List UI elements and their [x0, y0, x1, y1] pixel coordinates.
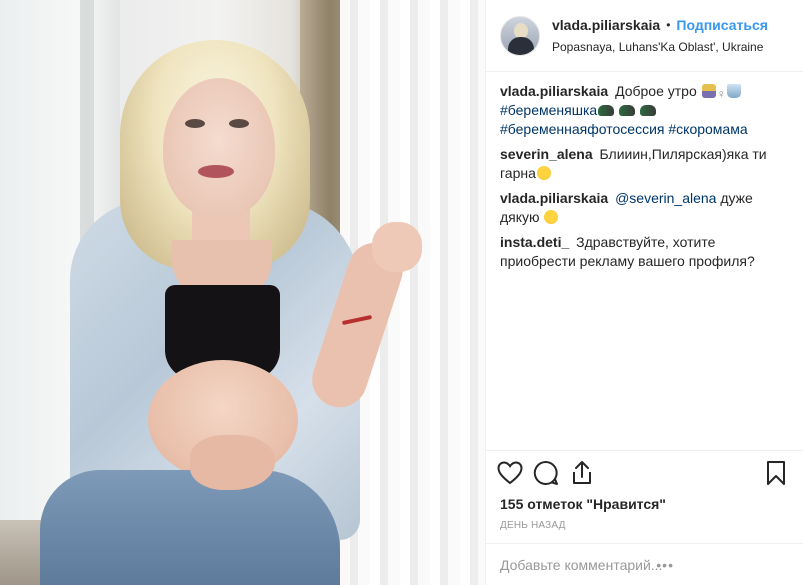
raised-hand	[372, 222, 422, 272]
hashtag-link[interactable]: #скоромама	[668, 121, 747, 137]
location-link[interactable]: Popasnaya, Luhans'Ka Oblast', Ukraine	[552, 38, 768, 56]
kiss-emoji-icon	[544, 210, 559, 224]
heart-icon[interactable]	[496, 459, 524, 487]
post-header: vlada.piliarskaia • Подписаться Popasnay…	[486, 0, 803, 72]
action-bar	[486, 455, 803, 495]
post-sidebar: vlada.piliarskaia • Подписаться Popasnay…	[485, 0, 803, 585]
cup-emoji-icon	[726, 84, 741, 98]
instagram-post: vlada.piliarskaia • Подписаться Popasnay…	[0, 0, 803, 585]
car-emoji-icon	[619, 105, 636, 116]
follow-button[interactable]: Подписаться	[676, 16, 768, 34]
comment-caption: vlada.piliarskaia Доброе утро ♀ #беремен…	[500, 82, 792, 139]
comment-icon[interactable]	[532, 459, 560, 487]
hand-on-belly	[190, 435, 275, 490]
mention-link[interactable]: @severin_alena	[615, 190, 716, 206]
comment-text: Доброе утро	[615, 83, 697, 99]
likes-count[interactable]: 155 отметок "Нравится"	[500, 496, 666, 512]
bookmark-icon[interactable]	[762, 459, 790, 487]
car-emoji-icon	[598, 105, 615, 116]
jeans	[40, 470, 340, 585]
comment-item: insta.deti_ Здравствуйте, хотите приобре…	[500, 233, 792, 271]
comment-item: vlada.piliarskaia @severin_alena дуже дя…	[500, 189, 792, 227]
comment-item: severin_alena Блииин,Пилярская)яка ти га…	[500, 145, 792, 183]
header-line: vlada.piliarskaia • Подписаться	[552, 16, 768, 34]
heart-eyes-emoji-icon	[536, 166, 551, 180]
car-emoji-icon	[639, 105, 656, 116]
comments-list: vlada.piliarskaia Доброе утро ♀ #беремен…	[500, 82, 792, 277]
header-username[interactable]: vlada.piliarskaia	[552, 16, 660, 34]
lips	[198, 165, 234, 178]
woman-emoji-icon	[701, 84, 716, 98]
avatar[interactable]	[500, 15, 540, 56]
left-eye	[185, 119, 205, 128]
more-options-icon[interactable]: •••	[656, 557, 674, 573]
right-eye	[229, 119, 249, 128]
face	[163, 78, 275, 218]
hashtag-link[interactable]: #беременяшка	[500, 102, 597, 118]
share-icon[interactable]	[568, 459, 596, 487]
comment-author[interactable]: vlada.piliarskaia	[500, 83, 608, 99]
header-text: vlada.piliarskaia • Подписаться Popasnay…	[552, 16, 768, 56]
divider	[486, 450, 803, 451]
post-time[interactable]: ДЕНЬ НАЗАД	[500, 520, 566, 531]
comment-author[interactable]: severin_alena	[500, 146, 593, 162]
female-sign-icon: ♀	[716, 87, 726, 101]
hashtag-link[interactable]: #беременнаяфотосессия	[500, 121, 664, 137]
post-photo[interactable]	[0, 0, 485, 585]
add-comment-input[interactable]: Добавьте комментарий...	[500, 557, 662, 573]
header-separator: •	[666, 17, 671, 32]
comment-author[interactable]: insta.deti_	[500, 234, 569, 250]
add-comment-bar: Добавьте комментарий... •••	[486, 543, 803, 585]
comment-author[interactable]: vlada.piliarskaia	[500, 190, 608, 206]
